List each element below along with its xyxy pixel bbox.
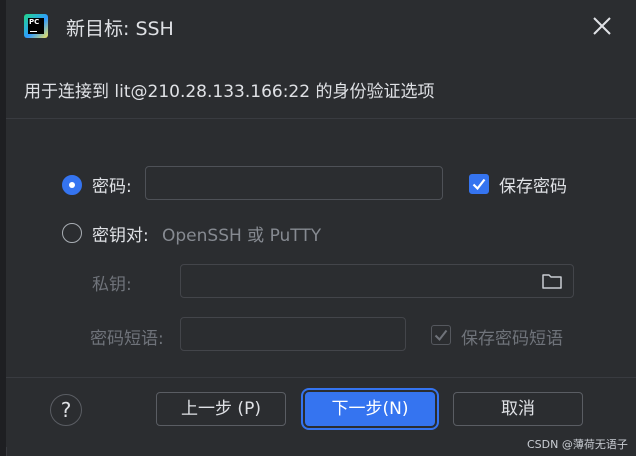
passphrase-label: 密码短语: xyxy=(90,329,164,349)
close-button[interactable] xyxy=(590,14,614,38)
next-button[interactable]: 下一步(N) xyxy=(305,392,435,426)
previous-button[interactable]: 上一步 (P) xyxy=(156,392,286,426)
keypair-radio[interactable] xyxy=(62,223,82,243)
keypair-hint: OpenSSH 或 PuTTY xyxy=(162,226,322,246)
csdn-watermark: CSDN @薄荷无语子 xyxy=(527,438,628,451)
private-key-field[interactable] xyxy=(180,264,574,298)
pycharm-app-icon: PC xyxy=(24,14,48,38)
check-icon xyxy=(434,329,448,342)
save-passphrase-label: 保存密码短语 xyxy=(461,329,563,349)
help-button[interactable]: ? xyxy=(50,394,82,426)
connection-subtitle: 用于连接到 lit@210.28.133.166:22 的身份验证选项 xyxy=(24,82,435,102)
keypair-label: 密钥对: xyxy=(92,226,149,246)
folder-icon[interactable] xyxy=(541,272,563,290)
save-password-checkbox[interactable] xyxy=(469,174,489,194)
dialog-title: 新目标: SSH xyxy=(66,18,174,40)
private-key-label: 私钥: xyxy=(92,275,132,295)
page: PC 新目标: SSH 用于连接到 lit@210.28.133.166:22 … xyxy=(0,0,636,456)
ssh-auth-dialog: PC 新目标: SSH 用于连接到 lit@210.28.133.166:22 … xyxy=(6,0,636,447)
dialog-titlebar: PC 新目标: SSH xyxy=(6,0,636,52)
header-divider xyxy=(6,118,636,119)
password-radio[interactable] xyxy=(62,175,82,195)
passphrase-field[interactable] xyxy=(180,317,406,351)
save-password-label: 保存密码 xyxy=(499,177,567,197)
check-icon xyxy=(472,178,486,191)
cancel-button[interactable]: 取消 xyxy=(453,392,583,426)
password-field[interactable] xyxy=(145,166,443,200)
close-icon xyxy=(593,17,611,35)
password-label: 密码: xyxy=(92,177,132,197)
save-passphrase-checkbox[interactable] xyxy=(431,325,451,345)
